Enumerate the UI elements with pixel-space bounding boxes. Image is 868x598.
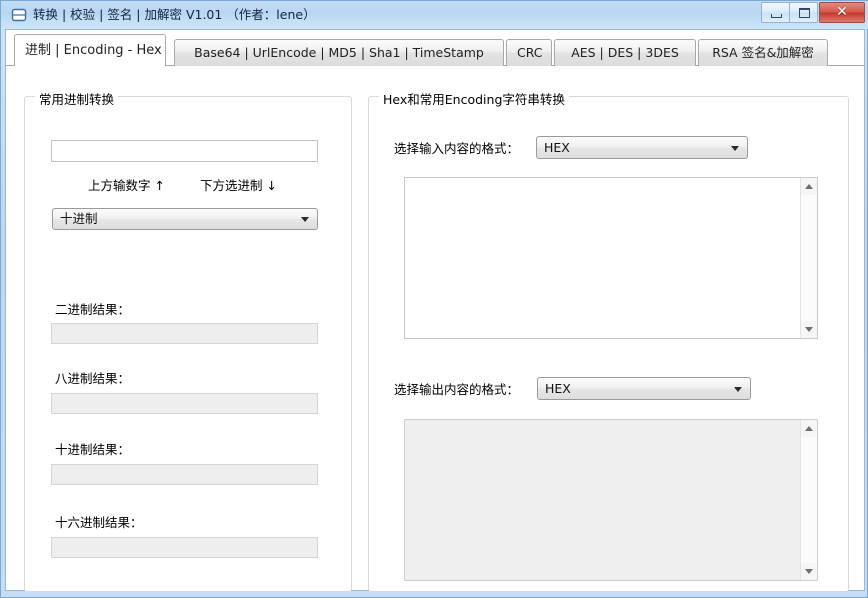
tab-crc[interactable]: CRC <box>506 39 552 66</box>
scroll-down-icon <box>805 569 813 574</box>
binary-result-label: 二进制结果： <box>55 302 131 317</box>
scroll-up-button[interactable] <box>801 420 817 437</box>
base-conversion-group-title: 常用进制转换 <box>35 89 119 108</box>
minimize-button[interactable] <box>761 2 790 23</box>
hex-result-label: 十六进制结果： <box>55 515 143 530</box>
scrollbar-track[interactable] <box>801 195 817 321</box>
scroll-up-button[interactable] <box>801 178 817 195</box>
base-select[interactable]: 十进制 <box>52 208 318 230</box>
minimize-icon <box>771 14 782 18</box>
scroll-down-button[interactable] <box>801 563 817 580</box>
tab-base64-urlencode-md5-sha1-timestamp[interactable]: Base64 | UrlEncode | MD5 | Sha1 | TimeSt… <box>174 39 504 66</box>
base-conversion-group: 常用进制转换 上方输数字 ↑ 下方选进制 ↓ 十进制 二进制结果： 八进制结果：… <box>24 89 352 592</box>
tab-strip: 进制 | Encoding - Hex Base64 | UrlEncode |… <box>6 30 864 67</box>
tab-rsa-sign-encrypt[interactable]: RSA 签名&加解密 <box>698 39 828 66</box>
chevron-down-icon <box>731 145 739 151</box>
octal-result-label: 八进制结果： <box>55 371 131 386</box>
hint-input-number-label: 上方输数字 ↑ <box>88 178 165 193</box>
client-area: 进制 | Encoding - Hex Base64 | UrlEncode |… <box>5 29 865 592</box>
octal-result-field[interactable] <box>51 393 318 414</box>
base-select-value: 十进制 <box>60 210 98 226</box>
chevron-down-icon <box>301 217 309 222</box>
application-window: 转换 | 校验 | 签名 | 加解密 V1.01 （作者：lene） ✕ 进制 … <box>0 0 868 598</box>
output-textarea-scrollbar[interactable] <box>800 420 817 580</box>
window-controls: ✕ <box>761 2 865 24</box>
input-textarea-body[interactable] <box>405 178 800 338</box>
hex-result-field[interactable] <box>51 537 318 558</box>
maximize-button[interactable] <box>789 2 818 23</box>
tab-jinzhi-encoding-hex[interactable]: 进制 | Encoding - Hex <box>14 34 166 66</box>
scroll-down-icon <box>805 327 813 332</box>
input-format-select[interactable]: HEX <box>536 136 748 159</box>
tab-aes-des-3des[interactable]: AES | DES | 3DES <box>554 39 696 66</box>
close-button[interactable]: ✕ <box>819 2 865 23</box>
input-format-select-value: HEX <box>544 139 570 155</box>
output-format-label: 选择输出内容的格式： <box>394 382 520 397</box>
output-textarea[interactable] <box>404 419 818 581</box>
decimal-result-label: 十进制结果： <box>55 442 131 457</box>
scroll-up-icon <box>805 184 813 189</box>
chevron-down-icon <box>734 386 742 392</box>
output-format-select-value: HEX <box>545 380 571 396</box>
window-title: 转换 | 校验 | 签名 | 加解密 V1.01 （作者：lene） <box>33 7 316 22</box>
app-window-icon <box>11 7 27 23</box>
binary-result-field[interactable] <box>51 323 318 344</box>
number-input[interactable] <box>51 140 318 162</box>
output-textarea-body[interactable] <box>405 420 800 580</box>
hex-encoding-group: Hex和常用Encoding字符串转换 选择输入内容的格式： HEX 选择输出内… <box>368 89 849 592</box>
input-format-label: 选择输入内容的格式： <box>394 141 520 156</box>
maximize-icon <box>799 8 810 18</box>
input-textarea[interactable] <box>404 177 818 339</box>
tab-label: 进制 | Encoding - Hex <box>25 43 162 58</box>
tab-label: CRC <box>517 45 543 60</box>
close-icon: ✕ <box>836 4 848 20</box>
scrollbar-track[interactable] <box>801 437 817 563</box>
scroll-up-icon <box>805 426 813 431</box>
tab-label: Base64 | UrlEncode | MD5 | Sha1 | TimeSt… <box>194 45 484 60</box>
tab-label: RSA 签名&加解密 <box>712 45 814 60</box>
hint-select-base-label: 下方选进制 ↓ <box>200 178 277 193</box>
output-format-select[interactable]: HEX <box>537 377 751 400</box>
title-bar: 转换 | 校验 | 签名 | 加解密 V1.01 （作者：lene） ✕ <box>1 1 868 29</box>
scroll-down-button[interactable] <box>801 321 817 338</box>
decimal-result-field[interactable] <box>51 464 318 485</box>
input-textarea-scrollbar[interactable] <box>800 178 817 338</box>
tab-label: AES | DES | 3DES <box>571 45 679 60</box>
hex-encoding-group-title: Hex和常用Encoding字符串转换 <box>379 89 569 108</box>
